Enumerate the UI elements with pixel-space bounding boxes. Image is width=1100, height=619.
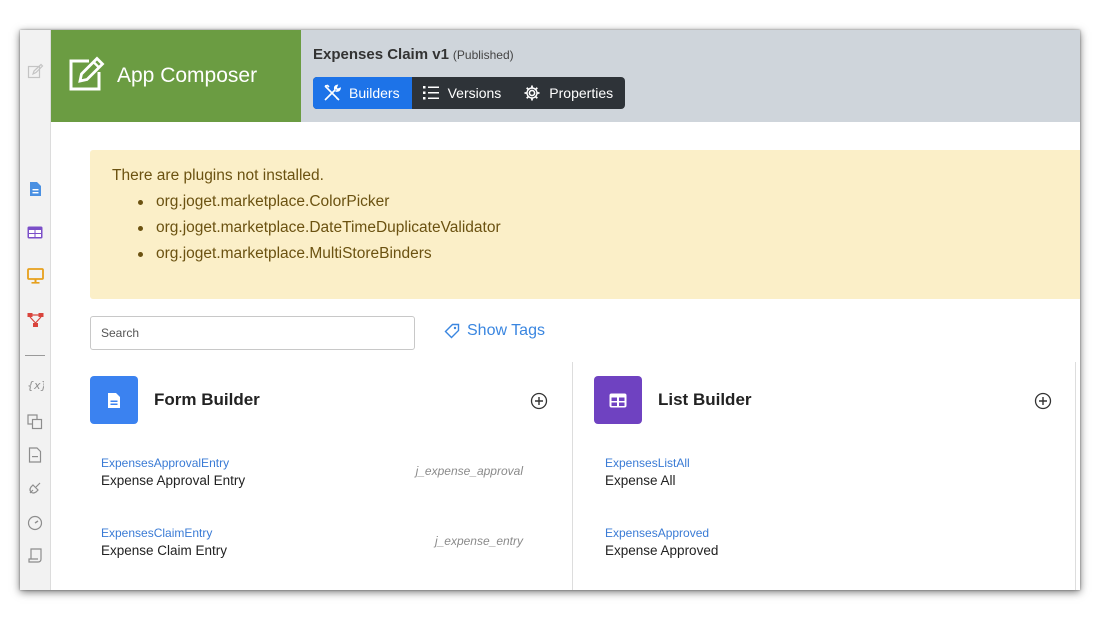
column-divider xyxy=(1075,362,1076,590)
process-builder-icon[interactable] xyxy=(26,311,44,329)
rail-divider xyxy=(25,355,45,356)
tab-builders-label: Builders xyxy=(349,85,400,101)
left-toolbar: {x} xyxy=(20,30,51,590)
add-list-button[interactable] xyxy=(1034,392,1052,410)
tab-versions-label: Versions xyxy=(447,85,502,101)
app-status: (Published) xyxy=(452,48,514,62)
list-item[interactable]: ExpensesListAll Expense All xyxy=(605,456,1045,488)
list-label: Expense Approved xyxy=(605,543,719,558)
file-icon[interactable] xyxy=(26,446,44,464)
missing-plugins-list: org.joget.marketplace.ColorPicker org.jo… xyxy=(134,189,1080,267)
performance-icon[interactable] xyxy=(26,514,44,532)
variable-icon[interactable]: {x} xyxy=(26,376,44,394)
list-item[interactable]: ExpensesClaimEntry Expense Claim Entry j… xyxy=(101,526,541,558)
form-builder-title: Form Builder xyxy=(154,390,260,409)
show-tags-label: Show Tags xyxy=(467,322,545,339)
column-divider xyxy=(572,362,573,590)
tag-icon xyxy=(444,323,460,339)
app-composer-window: {x} App Composer Expenses Claim v1(Publi… xyxy=(20,30,1080,590)
list-builder-badge-icon xyxy=(594,376,642,424)
plugin-icon[interactable] xyxy=(26,479,44,497)
list-id[interactable]: ExpensesListAll xyxy=(605,456,1045,470)
list-item: org.joget.marketplace.MultiStoreBinders xyxy=(134,241,1080,267)
userview-builder-icon[interactable] xyxy=(26,267,44,285)
form-builder-icon[interactable] xyxy=(26,180,44,198)
form-table-name: j_expense_entry xyxy=(434,534,523,548)
composer-edit-icon xyxy=(67,56,105,97)
plus-circle-icon xyxy=(1034,392,1052,410)
list-id[interactable]: ExpensesApproved xyxy=(605,526,1045,540)
resources-icon[interactable] xyxy=(26,413,44,431)
list-label: Expense All xyxy=(605,473,676,488)
plus-circle-icon xyxy=(530,392,548,410)
gear-icon xyxy=(524,85,540,101)
app-composer-brand[interactable]: App Composer xyxy=(51,30,301,122)
list-item: org.joget.marketplace.ColorPicker xyxy=(134,189,1080,215)
search-input[interactable] xyxy=(90,316,415,350)
plugins-warning-alert: There are plugins not installed. org.jog… xyxy=(90,150,1080,299)
list-icon xyxy=(422,86,439,100)
add-form-button[interactable] xyxy=(530,392,548,410)
form-table-name: j_expense_approval xyxy=(415,464,523,478)
edit-icon[interactable] xyxy=(26,62,44,80)
tab-builders[interactable]: Builders xyxy=(313,77,412,109)
list-item[interactable]: ExpensesApprovalEntry Expense Approval E… xyxy=(101,456,541,488)
list-item: org.joget.marketplace.DateTimeDuplicateV… xyxy=(134,215,1080,241)
alert-message: There are plugins not installed. xyxy=(112,167,324,184)
builder-tabs: Builders Versions Properties xyxy=(313,77,626,109)
list-builder-icon[interactable] xyxy=(26,223,44,241)
form-builder-badge-icon xyxy=(90,376,138,424)
tab-properties[interactable]: Properties xyxy=(513,77,625,109)
list-builder-section: List Builder xyxy=(594,376,1054,424)
app-info: Expenses Claim v1 (Published) Builders Ve… xyxy=(313,46,626,109)
app-name: Expenses Claim v1 xyxy=(313,46,449,63)
tab-properties-label: Properties xyxy=(549,85,614,101)
show-tags-link[interactable]: Show Tags xyxy=(444,322,545,340)
app-header: App Composer Expenses Claim v1 (Published… xyxy=(51,30,1080,122)
logs-icon[interactable] xyxy=(26,546,44,564)
brand-title: App Composer xyxy=(117,64,258,87)
list-item[interactable]: ExpensesApproved Expense Approved xyxy=(605,526,1045,558)
svg-text:{x}: {x} xyxy=(27,379,44,392)
list-builder-title: List Builder xyxy=(658,390,752,409)
tools-icon xyxy=(324,84,341,101)
tab-versions[interactable]: Versions xyxy=(412,77,514,109)
form-builder-section: Form Builder xyxy=(90,376,550,424)
